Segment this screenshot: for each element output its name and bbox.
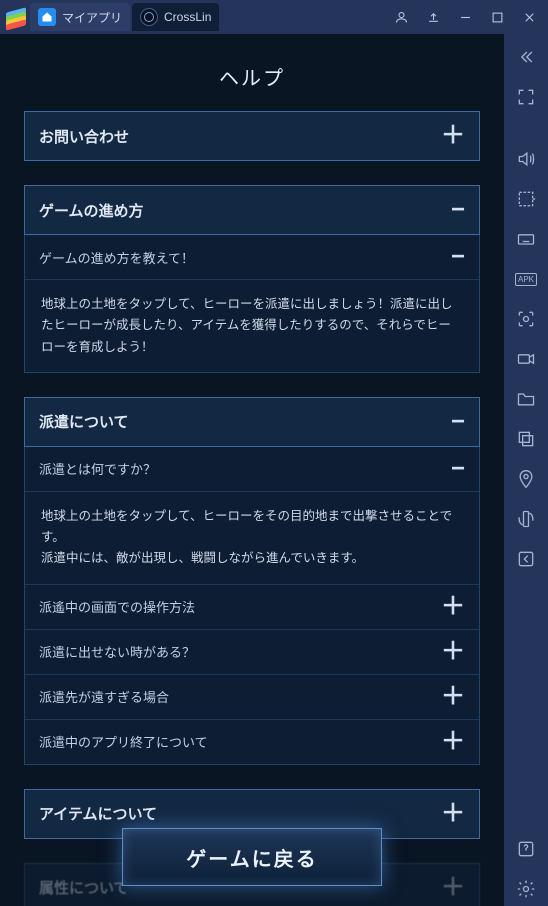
collapse-toolbar-icon[interactable] [509, 40, 543, 74]
volume-icon[interactable] [509, 142, 543, 176]
fullscreen-icon[interactable] [509, 80, 543, 114]
faq-item-dispatch-controls[interactable]: 派遙中の画面での操作方法 ＋ [25, 585, 479, 630]
faq-item-dispatch-quit[interactable]: 派遣中のアプリ終了について ＋ [25, 720, 479, 764]
record-icon[interactable] [509, 342, 543, 376]
faq-question: 派遙中の画面での操作方法 [39, 597, 195, 616]
help-section-gameplay: ゲームの進め方 − ゲームの進め方を教えて！ − 地球上の土地をタップして、ヒー… [24, 185, 480, 373]
home-icon [38, 8, 56, 26]
apk-install-icon[interactable]: APK [509, 262, 543, 296]
plus-icon: ＋ [441, 876, 465, 900]
game-icon [140, 8, 158, 26]
settings-icon[interactable] [509, 872, 543, 906]
help-section-dispatch: 派遣について − 派遣とは何ですか？ − 地球上の土地をタップして、ヒーローをそ… [24, 397, 480, 765]
account-icon[interactable] [386, 3, 416, 31]
plus-icon: ＋ [441, 730, 465, 754]
keyboard-icon[interactable] [509, 222, 543, 256]
camera-capture-icon[interactable] [509, 302, 543, 336]
location-icon[interactable] [509, 462, 543, 496]
faq-question: ゲームの進め方を教えて！ [39, 248, 194, 267]
plus-icon: ＋ [441, 595, 465, 619]
page-title: ヘルプ [0, 34, 504, 111]
section-title: 属性について [39, 877, 129, 898]
bluestacks-logo-icon [4, 5, 28, 29]
emulator-toolbar: APK [504, 34, 548, 906]
section-title: お問い合わせ [39, 126, 129, 147]
rotate-icon[interactable] [509, 502, 543, 536]
window-controls [386, 3, 544, 31]
back-nav-icon[interactable] [509, 542, 543, 576]
minus-icon: − [451, 410, 465, 434]
faq-answer: 地球上の土地をタップして、ヒーローを派遣に出しましょう！派遣に出したヒーローが成… [25, 280, 479, 372]
minus-icon: − [451, 457, 465, 481]
help-icon[interactable] [509, 832, 543, 866]
folder-icon[interactable] [509, 382, 543, 416]
faq-answer: 地球上の土地をタップして、ヒーローをその目的地まで出撃させることです。 派遣中に… [25, 492, 479, 585]
tab-crosslink[interactable]: CrossLin [132, 3, 219, 31]
return-button-label: ゲームに戻る [186, 843, 317, 872]
maximize-button[interactable] [482, 3, 512, 31]
plus-icon: ＋ [441, 124, 465, 148]
multi-instance-icon[interactable] [509, 422, 543, 456]
section-header-gameplay[interactable]: ゲームの進め方 − [24, 185, 480, 235]
faq-item-dispatch-toofar[interactable]: 派遣先が遠すぎる場合 ＋ [25, 675, 479, 720]
tab-label: CrossLin [164, 10, 211, 24]
tab-label: マイアプリ [62, 9, 122, 26]
help-section-contact: お問い合わせ ＋ [24, 111, 480, 161]
faq-question: 派遣中のアプリ終了について [39, 732, 208, 751]
minimize-button[interactable] [450, 3, 480, 31]
plus-icon: ＋ [441, 802, 465, 826]
faq-item-gameplay-howto[interactable]: ゲームの進め方を教えて！ − [25, 235, 479, 280]
faq-question: 派遣とは何ですか？ [39, 459, 156, 478]
section-header-dispatch[interactable]: 派遣について − [24, 397, 480, 447]
minus-icon: − [451, 245, 465, 269]
plus-icon: ＋ [441, 640, 465, 664]
game-content: ヘルプ お問い合わせ ＋ ゲームの進め方 − ゲームの進め方を教えて！ − [0, 34, 504, 906]
faq-item-dispatch-cannot[interactable]: 派遣に出せない時がある？ ＋ [25, 630, 479, 675]
screenshot-region-icon[interactable] [509, 182, 543, 216]
section-header-contact[interactable]: お問い合わせ ＋ [24, 111, 480, 161]
plus-icon: ＋ [441, 685, 465, 709]
section-title: アイテムについて [39, 803, 157, 824]
section-title: ゲームの進め方 [39, 200, 144, 221]
help-scroll[interactable]: お問い合わせ ＋ ゲームの進め方 − ゲームの進め方を教えて！ − 地球上の土地… [0, 111, 504, 906]
minus-icon: − [451, 198, 465, 222]
faq-question: 派遣に出せない時がある？ [39, 642, 195, 661]
close-button[interactable] [514, 3, 544, 31]
upload-icon[interactable] [418, 3, 448, 31]
faq-item-dispatch-what[interactable]: 派遣とは何ですか？ − [25, 447, 479, 492]
return-to-game-button[interactable]: ゲームに戻る [122, 828, 382, 886]
faq-question: 派遣先が遠すぎる場合 [39, 687, 169, 706]
title-bar: マイアプリ CrossLin [0, 0, 548, 34]
tab-my-apps[interactable]: マイアプリ [30, 3, 130, 31]
section-title: 派遣について [39, 411, 129, 432]
